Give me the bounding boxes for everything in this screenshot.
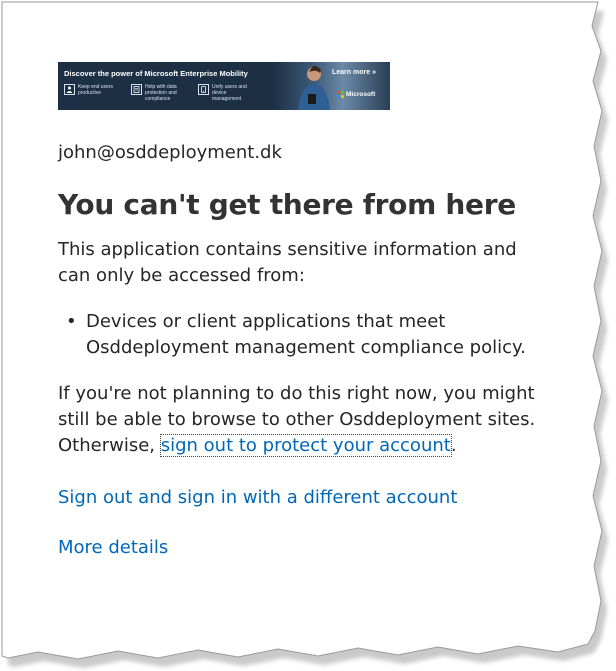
access-restriction-message: This application contains sensitive info… (58, 239, 517, 286)
sign-in-error-panel: Discover the power of Microsoft Enterpri… (58, 62, 578, 561)
more-details-link[interactable]: More details (58, 537, 168, 558)
feature-label: Help with data protection and compliance (145, 84, 177, 102)
switch-account-row: Sign out and sign in with a different ac… (58, 485, 578, 511)
advice-suffix: . (450, 435, 457, 456)
requirement-item: Devices or client applications that meet… (66, 309, 536, 361)
microsoft-wordmark: Microsoft (346, 91, 376, 98)
page-title: You can't get there from here (58, 188, 516, 221)
sign-in-different-account-link[interactable]: Sign out and sign in with a different ac… (58, 487, 457, 508)
user-icon (64, 84, 75, 95)
sign-out-protect-account-link[interactable]: sign out to protect your account (159, 434, 452, 457)
device-icon (198, 84, 209, 95)
feature-label: Unify users and device management (212, 84, 247, 102)
advice-message: If you're not planning to do this right … (58, 381, 558, 459)
learn-more-link[interactable]: Learn more » (332, 69, 376, 76)
document-icon (131, 84, 142, 95)
feature-keep-users-productive: Keep end users productive (64, 84, 122, 96)
enterprise-mobility-banner[interactable]: Discover the power of Microsoft Enterpri… (58, 62, 390, 110)
feature-data-protection: Help with data protection and compliance (131, 84, 189, 102)
feature-unify-device-management: Unify users and device management (198, 84, 256, 102)
requirement-list: Devices or client applications that meet… (58, 309, 578, 361)
more-details-row: More details (58, 535, 578, 561)
feature-label: Keep end users productive (78, 84, 114, 96)
banner-title: Discover the power of Microsoft Enterpri… (64, 69, 248, 78)
person-with-phone-image (298, 66, 330, 110)
signed-in-account-email: john@osddeployment.dk (58, 142, 282, 163)
microsoft-windows-icon (337, 91, 344, 98)
microsoft-logo: Microsoft (337, 91, 375, 98)
